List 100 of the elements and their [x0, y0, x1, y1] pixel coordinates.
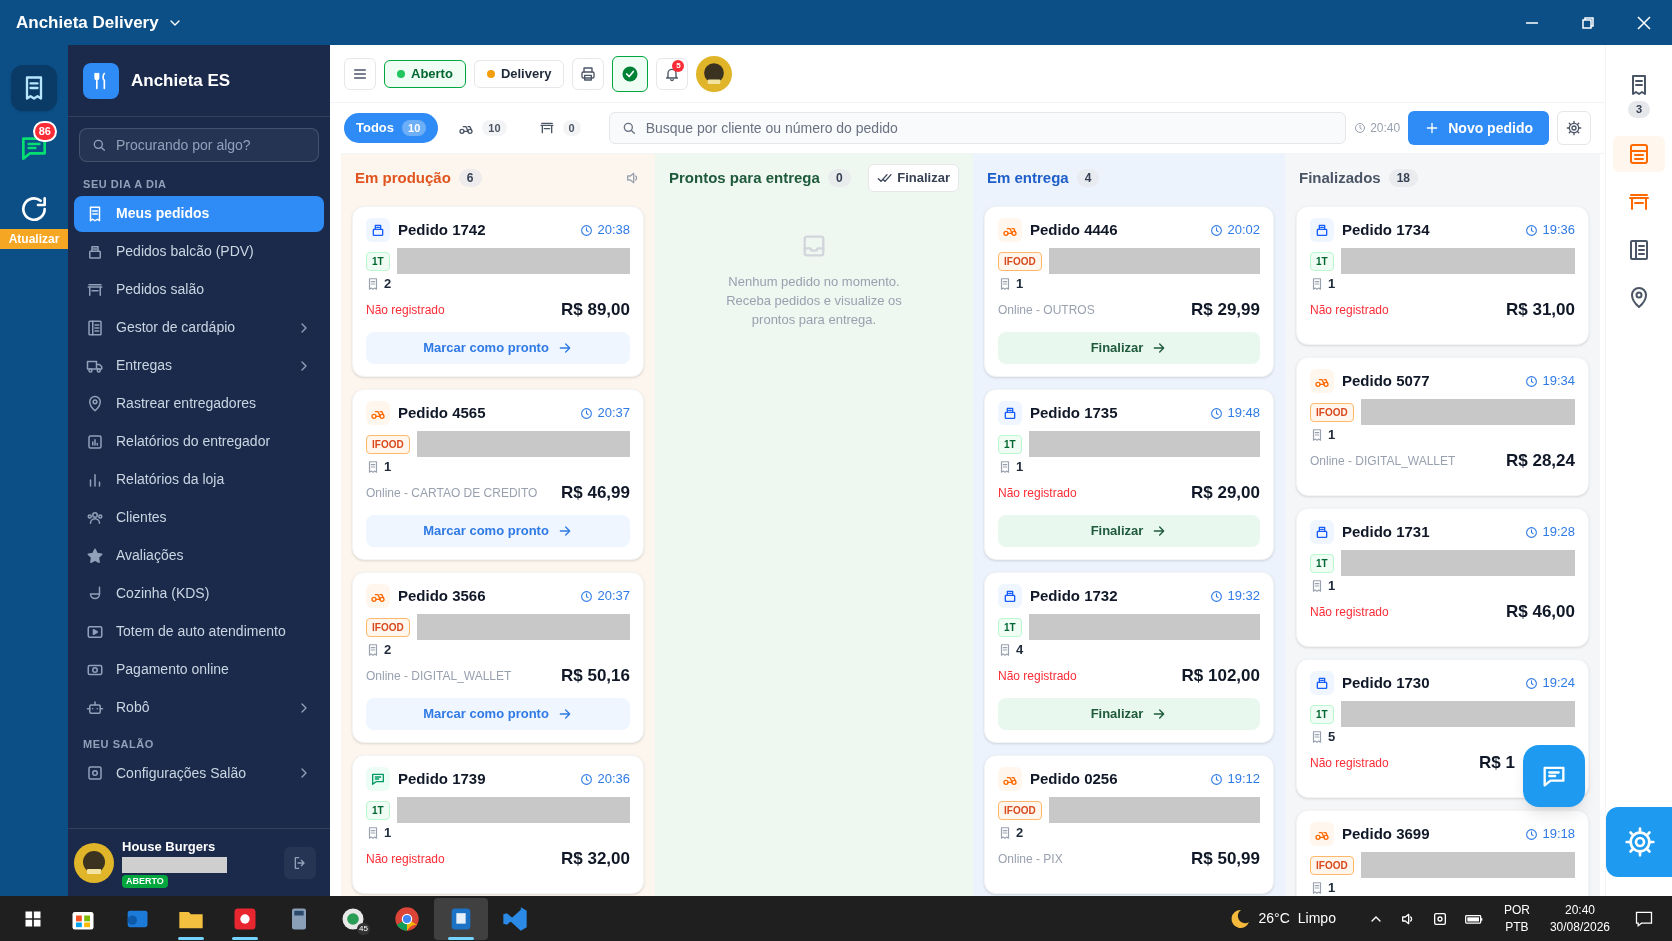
payment-status: Online - DIGITAL_WALLET: [1310, 453, 1456, 470]
sidebar-item[interactable]: Pedidos salão: [74, 271, 324, 308]
taskbar-button[interactable]: 45: [326, 897, 380, 940]
close-icon[interactable]: [1636, 14, 1652, 31]
channel-badge: 1T: [998, 434, 1022, 454]
order-card[interactable]: Pedido 1731 19:28 1T 1 Não registrado R$ 46,00: [1296, 508, 1589, 647]
pin-icon: [86, 394, 104, 413]
sidebar-item[interactable]: Gestor de cardápio: [74, 309, 324, 346]
search-field[interactable]: Busque por cliente ou número do pedido: [608, 112, 1347, 144]
sidebar-item[interactable]: Entregas: [74, 347, 324, 384]
channel-badge: IFOOD: [366, 617, 410, 637]
payment-status: Online - PIX: [998, 851, 1063, 868]
order-time: 19:48: [1227, 404, 1260, 423]
payment-status: Não registrado: [998, 668, 1077, 685]
sidebar-item[interactable]: Clientes: [74, 499, 324, 536]
card-action-button[interactable]: Marcar como pronto: [366, 698, 630, 730]
menu-button[interactable]: [344, 57, 376, 90]
item-count: 2: [1016, 824, 1024, 843]
clock-icon: [580, 772, 594, 786]
receipt-icon: [1310, 277, 1324, 291]
receipt-icon: [366, 460, 380, 474]
count-badge: 4: [1076, 169, 1100, 187]
table-icon: [538, 120, 555, 136]
channel-badge: 1T: [1310, 251, 1334, 271]
item-count: 1: [1016, 458, 1024, 477]
settings-icon: [1623, 826, 1656, 858]
receipt-icon: [366, 826, 380, 840]
column-title: Prontos para entrega: [669, 167, 820, 188]
filter-tab[interactable]: 0: [526, 113, 593, 143]
card-action-button[interactable]: Finalizar: [998, 332, 1260, 364]
taskbar-button[interactable]: [434, 897, 488, 940]
finalize-button[interactable]: Finalizar: [868, 164, 959, 192]
clock-time[interactable]: 20:40: [1564, 901, 1595, 919]
order-time: 19:18: [1542, 825, 1575, 844]
settings-button[interactable]: [1557, 111, 1591, 145]
payment-status: Não registrado: [366, 851, 445, 868]
sidebar-item[interactable]: Cozinha (KDS): [74, 575, 324, 612]
language-indicator[interactable]: POR: [1503, 901, 1530, 919]
card-action-button[interactable]: Finalizar: [998, 698, 1260, 730]
sidebar-item[interactable]: Relatórios do entregador: [74, 423, 324, 460]
channel-badge: 1T: [366, 251, 390, 271]
order-title: Pedido 1739: [398, 768, 487, 789]
print-button[interactable]: [572, 57, 605, 90]
channel-badge: 1T: [1310, 553, 1334, 573]
sidebar-item[interactable]: Robô: [74, 689, 324, 726]
sidebar-item[interactable]: Pagamento online: [74, 651, 324, 688]
card-action-button[interactable]: Marcar como pronto: [366, 332, 630, 364]
status-pill[interactable]: Delivery: [473, 59, 565, 88]
filter-tab[interactable]: 10: [446, 113, 519, 143]
order-price: R$ 50,99: [1191, 848, 1260, 871]
notifications-button[interactable]: 5: [656, 57, 689, 90]
sidebar-item[interactable]: Configurações Salão: [74, 755, 324, 791]
status-pill[interactable]: Aberto: [384, 59, 466, 88]
order-card[interactable]: Pedido 1739 20:36 1T 1 Não registrado R$ 32,00: [352, 755, 644, 894]
order-card[interactable]: Pedido 4565 20:37 IFOOD 1 Online - CARTAO DE CREDITO R$ 46,99 Marcar como pronto: [352, 389, 644, 560]
clock-icon: [580, 223, 594, 237]
keyboard-layout[interactable]: PTB: [1505, 918, 1529, 936]
order-card[interactable]: Pedido 1732 19:32 1T 4 Não registrado R$ 102,00 Finalizar: [984, 572, 1274, 743]
receipt-icon: [366, 643, 380, 657]
orders-app-button[interactable]: [11, 65, 57, 111]
order-time: 20:37: [597, 404, 630, 423]
card-action-button[interactable]: Finalizar: [998, 515, 1260, 547]
chat-button[interactable]: [1523, 745, 1585, 807]
restore-icon[interactable]: [1580, 14, 1596, 31]
sidebar-item[interactable]: Relatórios da loja: [74, 461, 324, 498]
order-card[interactable]: Pedido 1742 20:38 1T 2 Não registrado R$ 89,00 Marcar como pronto: [352, 206, 644, 377]
sidebar-item[interactable]: Pedidos balcão (PDV): [74, 233, 324, 270]
receipt-icon: [998, 826, 1012, 840]
sidebar-item[interactable]: Avaliações: [74, 537, 324, 574]
confirm-button[interactable]: [612, 55, 649, 92]
order-price: R$ 32,00: [561, 848, 630, 871]
count-badge: 3: [1627, 101, 1651, 118]
order-card[interactable]: Pedido 1734 19:36 1T 1 Não registrado R$ 31,00: [1296, 206, 1589, 345]
count-badge: 10: [482, 119, 507, 137]
order-card[interactable]: Pedido 4446 20:02 IFOOD 1 Online - OUTROS R$ 29,99 Finalizar: [984, 206, 1274, 377]
receipt-icon: [998, 460, 1012, 474]
clock-text: 20:40: [1370, 120, 1401, 137]
rail-button[interactable]: 3: [1613, 67, 1665, 124]
order-card[interactable]: Pedido 1730 19:24 1T 5 Não registrado R$ 1: [1296, 659, 1589, 798]
sidebar-item[interactable]: Totem de auto atendimento: [74, 613, 324, 650]
item-count: 1: [1016, 275, 1024, 294]
column-title: Em entrega: [987, 167, 1069, 188]
order-title: Pedido 5077: [1342, 370, 1431, 391]
clock-icon: [1354, 122, 1367, 134]
order-card[interactable]: Pedido 3699 19:18 IFOOD 1: [1296, 810, 1589, 896]
item-count: 2: [384, 641, 392, 660]
clock-date[interactable]: 30/08/2026: [1549, 918, 1610, 936]
logout-button[interactable]: [284, 846, 316, 879]
receipt-icon: [366, 277, 380, 291]
item-count: 1: [1328, 426, 1336, 445]
item-count: 1: [1328, 577, 1336, 596]
card-action-button[interactable]: Marcar como pronto: [366, 515, 630, 547]
sidebar-item[interactable]: Rastrear entregadores: [74, 385, 324, 422]
order-time: 20:36: [597, 770, 630, 789]
channel-badge: IFOOD: [998, 251, 1042, 271]
order-price: R$ 29,99: [1191, 299, 1260, 322]
order-card[interactable]: Pedido 1735 19:48 1T 1 Não registrado R$ 29,00 Finalizar: [984, 389, 1274, 560]
order-card[interactable]: Pedido 5077 19:34 IFOOD 1 Online - DIGITAL_WALLET R$ 28,24: [1296, 357, 1589, 496]
order-card[interactable]: Pedido 3566 20:37 IFOOD 2 Online - DIGITAL_WALLET R$ 50,16 Marcar como pronto: [352, 572, 644, 743]
order-card[interactable]: Pedido 0256 19:12 IFOOD 2 Online - PIX R$ 50,99: [984, 755, 1274, 894]
